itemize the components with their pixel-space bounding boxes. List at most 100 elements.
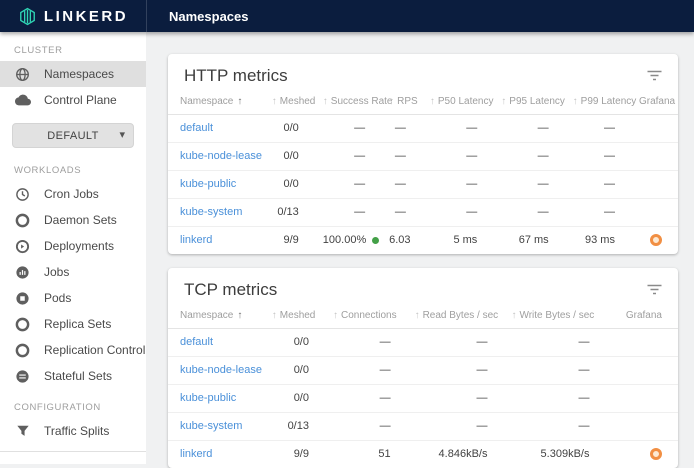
sort-asc-icon: ↑ (430, 96, 435, 107)
cell-meshed: 0/0 (260, 115, 311, 143)
cell-p99: — (561, 115, 627, 143)
section-label-cluster: CLUSTER (0, 32, 146, 61)
namespace-context-selector[interactable]: DEFAULT ▾ (12, 123, 134, 148)
sort-asc-icon: ↑ (237, 96, 242, 107)
namespace-link[interactable]: linkerd (180, 234, 212, 246)
namespace-link[interactable]: kube-node-lease (180, 364, 262, 376)
cell-namespace: default (168, 115, 260, 143)
table-row: linkerd 9/9 100.00% 6.03 5 ms 67 ms 93 m… (168, 227, 678, 255)
sidebar-item-control-plane[interactable]: Control Plane (0, 87, 146, 113)
table-row: default 0/0 — — — (168, 329, 678, 357)
namespace-link[interactable]: kube-system (180, 206, 242, 218)
table-row: kube-system 0/13 — — — — — (168, 199, 678, 227)
sidebar-item-jobs[interactable]: Jobs (0, 259, 146, 285)
sidebar-item-stateful-sets[interactable]: Stateful Sets (0, 363, 146, 389)
cell-meshed: 0/0 (260, 143, 311, 171)
cell-success-rate: — (311, 143, 377, 171)
cell-grafana (627, 115, 678, 143)
cell-p50: — (418, 171, 489, 199)
cell-p95: — (489, 143, 560, 171)
cell-meshed: 0/0 (260, 357, 321, 385)
sidebar-item-traffic-splits[interactable]: Traffic Splits (0, 418, 146, 444)
sidebar-item-replication-controllers[interactable]: Replication Controllers (0, 337, 146, 363)
sidebar-item-namespaces[interactable]: Namespaces (0, 61, 146, 87)
table-row: default 0/0 — — — — — (168, 115, 678, 143)
column-header-connections[interactable]: ↑Connections (321, 306, 403, 329)
sidebar-item-replica-sets[interactable]: Replica Sets (0, 311, 146, 337)
cell-p50: — (418, 143, 489, 171)
cell-p95: 67 ms (489, 227, 560, 255)
sidebar-item-label: Replica Sets (44, 317, 111, 331)
daemonset-icon (14, 212, 31, 229)
filter-icon[interactable] (645, 278, 664, 304)
cell-meshed: 0/13 (260, 413, 321, 441)
namespace-link[interactable]: kube-system (180, 420, 242, 432)
column-header-write-bytes[interactable]: ↑Write Bytes / sec (499, 306, 601, 329)
column-header-namespace[interactable]: Namespace↑ (168, 92, 260, 115)
cell-read-bytes: — (403, 413, 500, 441)
table-row: kube-system 0/13 — — — (168, 413, 678, 441)
cell-write-bytes: — (499, 357, 601, 385)
sort-asc-icon: ↑ (501, 96, 506, 107)
sidebar-item-label: Control Plane (44, 93, 117, 107)
pod-icon (14, 290, 31, 307)
tcp-metrics-title: TCP metrics (184, 278, 277, 302)
column-header-read-bytes[interactable]: ↑Read Bytes / sec (403, 306, 500, 329)
column-header-p50[interactable]: ↑P50 Latency (418, 92, 489, 115)
section-label-workloads: WORKLOADS (0, 152, 146, 181)
column-header-meshed[interactable]: ↑Meshed (260, 92, 311, 115)
column-header-p99[interactable]: ↑P99 Latency (561, 92, 627, 115)
sort-asc-icon: ↑ (333, 310, 338, 321)
namespace-link[interactable]: kube-node-lease (180, 150, 262, 162)
replicaset-icon (14, 316, 31, 333)
cell-read-bytes: — (403, 357, 500, 385)
sort-asc-icon: ↑ (237, 310, 242, 321)
chevron-down-icon: ▾ (119, 128, 125, 141)
cell-grafana (601, 385, 678, 413)
sort-asc-icon: ↑ (272, 310, 277, 321)
cell-namespace: linkerd (168, 227, 260, 255)
main-content: HTTP metrics Namespace↑ ↑Meshed ↑Success… (146, 32, 694, 464)
sidebar-item-label: Pods (44, 291, 71, 305)
brand-text: LINKERD (44, 8, 128, 25)
sidebar-item-label: Namespaces (44, 67, 114, 81)
filter-icon[interactable] (645, 64, 664, 90)
column-header-meshed[interactable]: ↑Meshed (260, 306, 321, 329)
sidebar-item-pods[interactable]: Pods (0, 285, 146, 311)
namespace-link[interactable]: kube-public (180, 392, 236, 404)
sidebar-item-deployments[interactable]: Deployments (0, 233, 146, 259)
cell-rps: 6.03 (377, 227, 418, 255)
cell-connections: — (321, 385, 403, 413)
tcp-metrics-card: TCP metrics Namespace↑ ↑Meshed ↑Connecti… (168, 268, 678, 468)
cell-meshed: 9/9 (260, 227, 311, 255)
sidebar-item-cron-jobs[interactable]: Cron Jobs (0, 181, 146, 207)
cell-connections: — (321, 413, 403, 441)
cell-p50: — (418, 199, 489, 227)
linkerd-logo[interactable]: LINKERD (0, 0, 146, 32)
namespace-link[interactable]: default (180, 122, 213, 134)
cell-namespace: kube-node-lease (168, 143, 260, 171)
namespace-link[interactable]: kube-public (180, 178, 236, 190)
tcp-metrics-table: Namespace↑ ↑Meshed ↑Connections ↑Read By… (168, 306, 678, 468)
grafana-icon[interactable] (650, 234, 662, 246)
column-header-p95[interactable]: ↑P95 Latency (489, 92, 560, 115)
globe-icon (14, 66, 31, 83)
cell-connections: — (321, 357, 403, 385)
column-header-grafana: Grafana (601, 306, 678, 329)
sidebar-item-daemon-sets[interactable]: Daemon Sets (0, 207, 146, 233)
namespace-link[interactable]: default (180, 336, 213, 348)
deployment-icon (14, 238, 31, 255)
sidebar-item-label: Traffic Splits (44, 424, 109, 438)
cell-write-bytes: — (499, 413, 601, 441)
cell-meshed: 0/0 (260, 385, 321, 413)
namespace-link[interactable]: linkerd (180, 448, 212, 460)
table-row: kube-public 0/0 — — — — — (168, 171, 678, 199)
sort-asc-icon: ↑ (323, 96, 328, 107)
grafana-icon[interactable] (650, 448, 662, 460)
column-header-namespace[interactable]: Namespace↑ (168, 306, 260, 329)
column-header-success-rate[interactable]: ↑Success Rate (311, 92, 377, 115)
clock-icon (14, 186, 31, 203)
sort-asc-icon: ↑ (389, 96, 394, 107)
cell-namespace: kube-public (168, 385, 260, 413)
sidebar: CLUSTER Namespaces Control Plane DEFAULT… (0, 32, 146, 464)
